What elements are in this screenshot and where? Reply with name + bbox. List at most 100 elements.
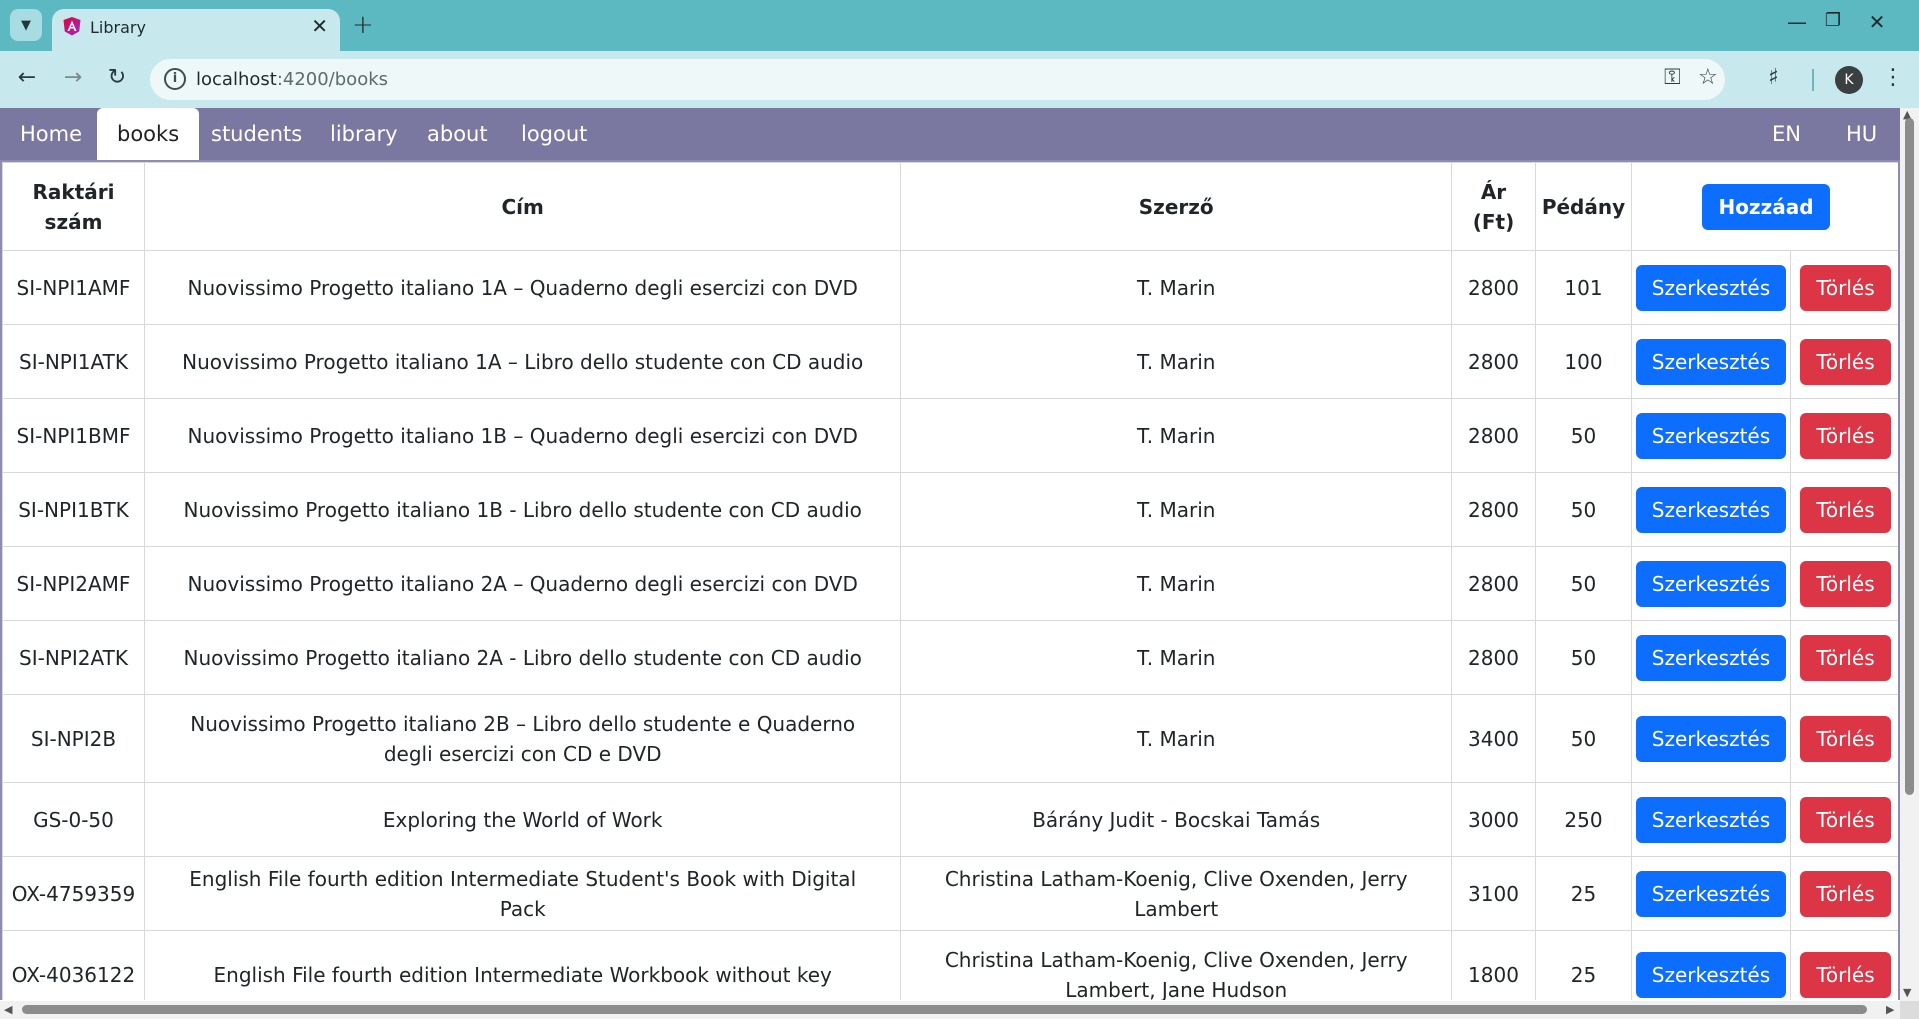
browser-toolbar: ← → ↻ i localhost:4200/books ⚿ ☆ ♯ K ⋮ [0,51,1919,108]
cell-stock-number: SI-NPI1BMF [2,398,145,473]
scroll-left-arrow-icon[interactable]: ◀ [4,1003,12,1016]
edit-button[interactable]: Szerkesztés [1635,951,1787,998]
nav-home[interactable]: Home [0,108,102,160]
nav-logout[interactable]: logout [501,108,607,160]
delete-button[interactable]: Törlés [1800,486,1891,533]
back-arrow-icon[interactable]: ← [12,65,42,90]
key-icon[interactable]: ⚿ [1664,65,1681,90]
horizontal-scroll-thumb[interactable] [22,1005,1867,1014]
cell-price: 2800 [1451,472,1536,547]
edit-button[interactable]: Szerkesztés [1635,634,1787,681]
plus-icon[interactable]: + [352,10,374,40]
table-row: SI-NPI1BTK Nuovissimo Progetto italiano 1… [2,472,1898,547]
scrollbar-corner [1900,1001,1919,1019]
table-row: SI-NPI1BMF Nuovissimo Progetto italiano 1… [2,398,1898,473]
cell-stock-number: GS-0-50 [2,782,145,857]
cell-author: T. Marin [900,398,1453,473]
nav-books[interactable]: books [97,108,200,160]
header-copies: Pédány [1535,162,1632,251]
cell-delete: Törlés [1789,620,1898,695]
nav-students[interactable]: students [191,108,322,160]
cell-price: 3000 [1451,782,1536,857]
table-row: SI-NPI2AMF Nuovissimo Progetto italiano 2… [2,546,1898,621]
cell-delete: Törlés [1789,856,1898,931]
cell-copies: 50 [1535,694,1632,783]
edit-button[interactable]: Szerkesztés [1635,560,1787,607]
vertical-scroll-thumb[interactable] [1905,118,1914,795]
edit-button[interactable]: Szerkesztés [1635,412,1787,459]
window-close-icon[interactable]: ✕ [1862,10,1892,34]
table-row: OX-4036122 English File fourth edition In… [2,930,1898,1000]
edit-button[interactable]: Szerkesztés [1635,264,1787,311]
edit-button[interactable]: Szerkesztés [1635,796,1787,843]
url-path: :4200/books [276,69,389,90]
address-bar[interactable]: i localhost:4200/books ⚿ ☆ [150,59,1725,100]
cell-price: 2800 [1451,250,1536,325]
delete-button[interactable]: Törlés [1800,951,1891,998]
add-book-button[interactable]: Hozzáad [1702,183,1830,230]
cell-edit: Szerkesztés [1630,546,1791,621]
cell-edit: Szerkesztés [1630,930,1791,1000]
cell-stock-number: OX-4759359 [2,856,145,931]
edit-button[interactable]: Szerkesztés [1635,486,1787,533]
angular-logo-icon [63,17,81,36]
url-host: localhost [196,69,277,90]
minimize-icon[interactable]: — [1782,10,1812,34]
cell-title: English File fourth edition Intermediate… [143,930,902,1000]
header-author: Szerző [900,162,1453,251]
profile-avatar[interactable]: K [1835,66,1863,94]
cell-title: Nuovissimo Progetto italiano 2A - Libro … [143,620,902,695]
delete-button[interactable]: Törlés [1800,264,1891,311]
cell-delete: Törlés [1789,324,1898,399]
cell-stock-number: SI-NPI1ATK [2,324,145,399]
delete-button[interactable]: Törlés [1800,796,1891,843]
delete-button[interactable]: Törlés [1800,870,1891,917]
tab-search-button[interactable]: ▼ [10,9,42,41]
delete-button[interactable]: Törlés [1800,338,1891,385]
cell-stock-number: SI-NPI1AMF [2,250,145,325]
cell-copies: 25 [1535,856,1632,931]
restore-icon[interactable]: ❐ [1818,10,1848,31]
cell-price: 2800 [1451,324,1536,399]
delete-button[interactable]: Törlés [1800,715,1891,762]
cell-edit: Szerkesztés [1630,398,1791,473]
scroll-right-arrow-icon[interactable]: ▶ [1886,1003,1894,1016]
cell-edit: Szerkesztés [1630,324,1791,399]
scroll-down-arrow-icon[interactable]: ▼ [1903,986,1911,999]
cell-copies: 50 [1535,546,1632,621]
nav-about[interactable]: about [407,108,508,160]
cell-delete: Törlés [1789,930,1898,1000]
nav-library[interactable]: library [310,108,418,160]
delete-button[interactable]: Törlés [1800,634,1891,681]
lang-en[interactable]: EN [1752,108,1821,160]
site-info-icon[interactable]: i [164,68,186,90]
delete-button[interactable]: Törlés [1800,412,1891,459]
cell-delete: Törlés [1789,398,1898,473]
star-icon[interactable]: ☆ [1698,65,1718,90]
cell-author: Christina Latham-Koenig, Clive Oxenden, … [900,856,1453,931]
cell-title: English File fourth edition Intermediate… [143,856,902,931]
menu-dots-icon[interactable]: ⋮ [1882,65,1904,90]
reload-icon[interactable]: ↻ [102,65,132,90]
cell-stock-number: OX-4036122 [2,930,145,1000]
url-text[interactable]: localhost:4200/books [196,69,388,90]
edit-button[interactable]: Szerkesztés [1635,870,1787,917]
edit-button[interactable]: Szerkesztés [1635,338,1787,385]
books-table: Raktári szám Cím Szerző Ár (Ft) Pédány H… [2,162,1898,1000]
edit-button[interactable]: Szerkesztés [1635,715,1787,762]
lang-hu[interactable]: HU [1826,108,1897,160]
header-stock-number: Raktári szám [2,162,145,251]
extensions-icon[interactable]: ♯ [1768,65,1779,90]
forward-arrow-icon[interactable]: → [58,65,88,90]
cell-price: 2800 [1451,620,1536,695]
table-header-row: Raktári szám Cím Szerző Ár (Ft) Pédány H… [2,162,1898,251]
delete-button[interactable]: Törlés [1800,560,1891,607]
cell-author: Bárány Judit - Bocskai Tamás [900,782,1453,857]
cell-stock-number: SI-NPI2ATK [2,620,145,695]
browser-tab[interactable]: Library ✕ [52,9,340,51]
close-icon[interactable]: ✕ [311,14,328,38]
cell-title: Nuovissimo Progetto italiano 2B – Libro … [143,694,902,783]
vertical-scrollbar[interactable]: ▲ ▼ [1900,108,1919,1001]
horizontal-scrollbar[interactable]: ◀ ▶ [0,1001,1900,1019]
table-row: SI-NPI2ATK Nuovissimo Progetto italiano 2… [2,620,1898,695]
